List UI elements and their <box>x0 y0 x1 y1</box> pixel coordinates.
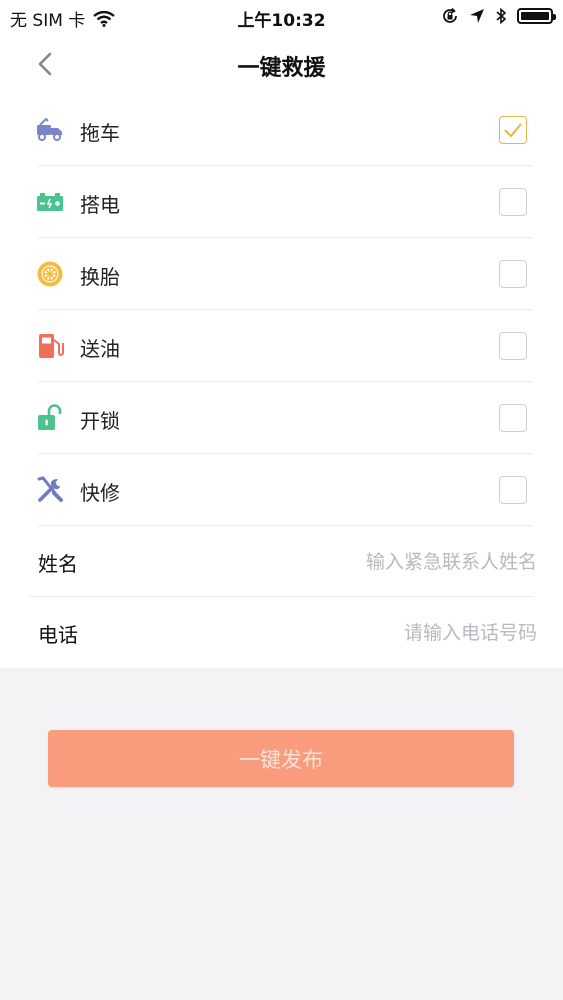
back-button[interactable] <box>30 48 66 80</box>
bluetooth-icon <box>496 7 507 25</box>
tire-icon <box>37 261 63 287</box>
name-input[interactable] <box>235 542 539 582</box>
checkbox-jump-start[interactable] <box>499 188 527 216</box>
service-label-fuel: 送油 <box>80 337 120 361</box>
service-label-unlock: 开锁 <box>80 409 120 433</box>
name-label: 姓名 <box>38 552 78 576</box>
service-row-repair[interactable]: 快修 <box>0 454 563 526</box>
service-row-tire[interactable]: 换胎 <box>0 238 563 310</box>
checkbox-tire[interactable] <box>499 260 527 288</box>
fuel-pump-icon <box>39 334 64 358</box>
service-label-repair: 快修 <box>80 481 120 505</box>
service-row-unlock[interactable]: 开锁 <box>0 382 563 454</box>
checkbox-repair[interactable] <box>499 476 527 504</box>
battery-icon <box>37 193 63 211</box>
service-label-tow: 拖车 <box>80 121 120 145</box>
service-label-tire: 换胎 <box>80 265 120 289</box>
battery-fill <box>521 12 549 20</box>
location-icon <box>470 9 484 23</box>
page-title: 一键救援 <box>237 56 326 81</box>
service-row-tow[interactable]: 拖车 <box>0 94 563 166</box>
service-row-jump-start[interactable]: 搭电 <box>0 166 563 238</box>
chevron-left-icon <box>38 52 52 76</box>
status-right <box>441 7 556 25</box>
checkbox-tow[interactable] <box>499 116 527 144</box>
phone-field-row: 电话 <box>0 597 563 668</box>
unlock-icon <box>38 404 62 430</box>
tools-icon <box>37 476 63 502</box>
rotation-lock-icon <box>443 7 457 23</box>
publish-button[interactable]: 一键发布 <box>48 730 514 787</box>
service-row-fuel[interactable]: 送油 <box>0 310 563 382</box>
tow-truck-icon <box>37 117 62 141</box>
service-label-jump-start: 搭电 <box>80 193 120 217</box>
status-bar: 无 SIM 卡 上午10:32 <box>0 0 563 34</box>
nav-bar: 一键救援 <box>0 34 563 94</box>
name-field-row: 姓名 <box>0 526 563 597</box>
phone-label: 电话 <box>38 623 78 647</box>
rescue-form: 拖车 搭电 换胎 送油 开锁 快修 姓名 输入紧急联系人姓名 电话 请输入电话号… <box>0 94 563 668</box>
checkmark-icon <box>504 123 522 138</box>
phone-input[interactable] <box>235 613 539 653</box>
checkbox-fuel[interactable] <box>499 332 527 360</box>
checkbox-unlock[interactable] <box>499 404 527 432</box>
battery-icon <box>517 8 556 24</box>
